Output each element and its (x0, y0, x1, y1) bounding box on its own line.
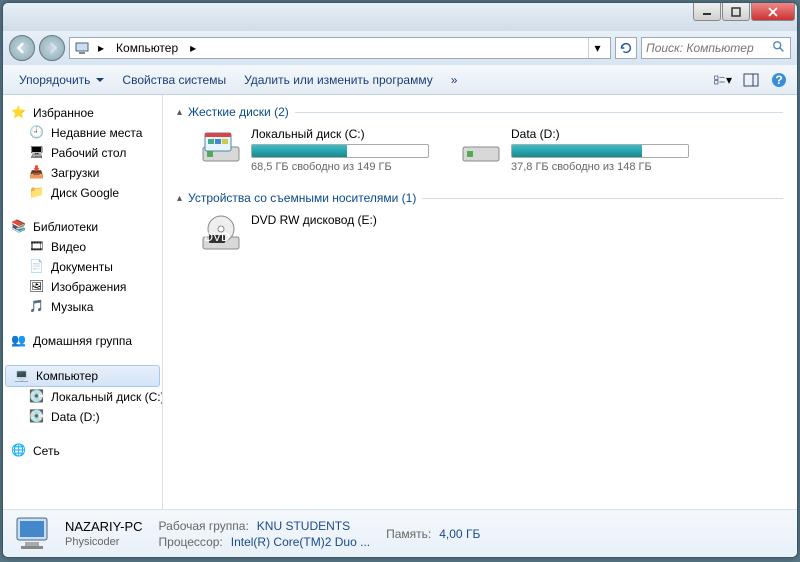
sidebar-item-recent[interactable]: 🕘Недавние места (3, 123, 162, 143)
sidebar-item-downloads[interactable]: 📥Загрузки (3, 163, 162, 183)
drive-free-space: 37,8 ГБ свободно из 148 ГБ (511, 161, 689, 173)
minimize-button[interactable] (693, 3, 721, 21)
cpu-value: Intel(R) Core(TM)2 Duo ... (231, 535, 370, 549)
drive-label: Локальный диск (C:) (251, 127, 429, 141)
drive-icon: 💽 (29, 409, 45, 425)
maximize-button[interactable] (722, 3, 750, 21)
back-button[interactable] (9, 35, 35, 61)
computer-icon (74, 40, 90, 56)
close-button[interactable] (751, 3, 795, 21)
video-icon: 🎞 (29, 239, 45, 255)
documents-icon: 📄 (29, 259, 45, 275)
address-dropdown[interactable]: ▾ (588, 38, 606, 58)
uninstall-button[interactable]: Удалить или изменить программу (236, 69, 441, 91)
breadcrumb-computer[interactable]: Компьютер (112, 40, 182, 56)
preview-pane-button[interactable] (741, 70, 761, 90)
address-row: ▸ Компьютер ▸ ▾ (3, 31, 797, 65)
gdrive-icon: 📁 (29, 185, 45, 201)
computer-large-icon (13, 514, 55, 554)
pictures-icon: 🖼 (29, 279, 45, 295)
cpu-label: Процессор: (159, 535, 223, 549)
workgroup-value: KNU STUDENTS (257, 519, 350, 533)
drive-label: Data (D:) (511, 127, 689, 141)
search-icon (772, 40, 786, 57)
breadcrumb-sep[interactable]: ▸ (186, 40, 200, 56)
title-bar[interactable] (3, 3, 797, 31)
sidebar-item-desktop[interactable]: 🖥Рабочий стол (3, 143, 162, 163)
memory-value: 4,00 ГБ (439, 527, 480, 541)
sidebar-item-drive-d[interactable]: 💽Data (D:) (3, 407, 162, 427)
downloads-icon: 📥 (29, 165, 45, 181)
workgroup-label: Рабочая группа: (159, 519, 249, 533)
drive-dvd[interactable]: DVD DVD RW дисковод (E:) (199, 213, 429, 253)
forward-button[interactable] (39, 35, 65, 61)
capacity-bar (511, 144, 689, 158)
sidebar-item-drive-c[interactable]: 💽Локальный диск (C:) (3, 387, 162, 407)
sidebar-item-gdrive[interactable]: 📁Диск Google (3, 183, 162, 203)
view-options-button[interactable]: ▾ (713, 70, 733, 90)
collapse-icon: ▴ (177, 107, 182, 118)
computer-icon: 💻 (14, 368, 30, 384)
sidebar-favorites[interactable]: ⭐Избранное (3, 103, 162, 123)
sidebar-item-music[interactable]: 🎵Музыка (3, 297, 162, 317)
homegroup-icon: 👥 (11, 333, 27, 349)
toolbar-overflow-button[interactable]: » (443, 69, 466, 91)
hdd-icon (199, 127, 243, 167)
svg-text:DVD: DVD (204, 230, 230, 244)
refresh-button[interactable] (615, 37, 637, 59)
sidebar-item-video[interactable]: 🎞Видео (3, 237, 162, 257)
memory-label: Память: (386, 527, 431, 541)
drive-d[interactable]: Data (D:) 37,8 ГБ свободно из 148 ГБ (459, 127, 689, 173)
desktop-icon: 🖥 (29, 145, 45, 161)
section-hard-disks[interactable]: ▴ Жесткие диски (2) (177, 105, 783, 119)
drive-label: DVD RW дисковод (E:) (251, 213, 429, 227)
recent-icon: 🕘 (29, 125, 45, 141)
capacity-bar (251, 144, 429, 158)
music-icon: 🎵 (29, 299, 45, 315)
network-icon: 🌐 (11, 443, 27, 459)
help-button[interactable]: ? (769, 70, 789, 90)
sidebar-libraries[interactable]: 📚Библиотеки (3, 217, 162, 237)
dvd-icon: DVD (199, 213, 243, 253)
navigation-pane: ⭐Избранное 🕘Недавние места 🖥Рабочий стол… (3, 95, 163, 509)
details-pane: NAZARIY-PC Physicoder Рабочая группа: KNU… (3, 509, 797, 557)
section-removable[interactable]: ▴ Устройства со съемными носителями (1) (177, 191, 783, 205)
breadcrumb-sep[interactable]: ▸ (94, 40, 108, 56)
drive-free-space: 68,5 ГБ свободно из 149 ГБ (251, 161, 429, 173)
sidebar-homegroup[interactable]: 👥Домашняя группа (3, 331, 162, 351)
sidebar-item-documents[interactable]: 📄Документы (3, 257, 162, 277)
star-icon: ⭐ (11, 105, 27, 121)
drive-c[interactable]: Локальный диск (C:) 68,5 ГБ свободно из … (199, 127, 429, 173)
sidebar-computer[interactable]: 💻Компьютер (5, 365, 160, 387)
libraries-icon: 📚 (11, 219, 27, 235)
address-bar[interactable]: ▸ Компьютер ▸ ▾ (69, 37, 611, 59)
hdd-icon (459, 127, 503, 167)
organize-button[interactable]: Упорядочить (11, 69, 112, 91)
computer-name: NAZARIY-PC (65, 519, 143, 534)
system-properties-button[interactable]: Свойства системы (114, 69, 234, 91)
svg-text:?: ? (775, 73, 782, 87)
toolbar: Упорядочить Свойства системы Удалить или… (3, 65, 797, 95)
sidebar-network[interactable]: 🌐Сеть (3, 441, 162, 461)
drive-icon: 💽 (29, 389, 45, 405)
explorer-window: ▸ Компьютер ▸ ▾ Упорядочить Свойства сис… (2, 2, 798, 558)
search-input[interactable] (646, 41, 772, 55)
search-box[interactable] (641, 37, 791, 59)
computer-sub: Physicoder (65, 536, 143, 548)
collapse-icon: ▴ (177, 193, 182, 204)
sidebar-item-pictures[interactable]: 🖼Изображения (3, 277, 162, 297)
content-pane: ▴ Жесткие диски (2) Локальный диск (C:) … (163, 95, 797, 509)
